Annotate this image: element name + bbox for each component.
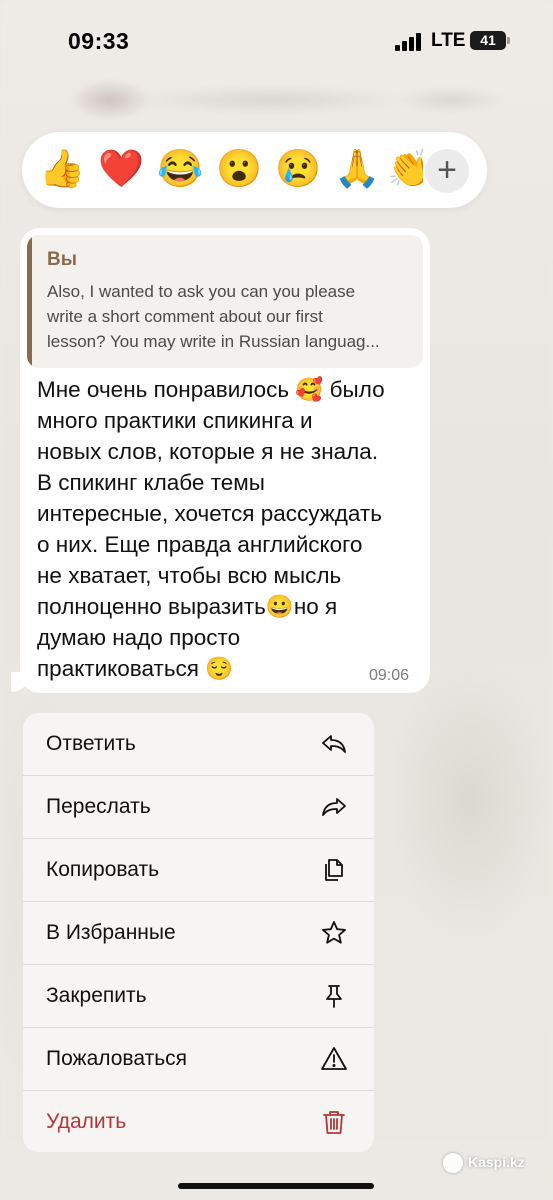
menu-item-label: Переслать xyxy=(46,795,151,818)
reaction-thumbs-up[interactable]: 👍 xyxy=(39,146,85,192)
reaction-surprised[interactable]: 😮 xyxy=(216,146,262,192)
menu-item-label: В Избранные xyxy=(46,921,176,944)
kaspi-logo-icon xyxy=(443,1153,463,1173)
menu-item-label: Копировать xyxy=(46,858,160,881)
reaction-laugh[interactable]: 😂 xyxy=(157,146,203,192)
reply-author: Вы xyxy=(47,249,77,270)
reply-quote[interactable]: Вы Also, I wanted to ask you can you ple… xyxy=(27,235,423,368)
reaction-clap[interactable]: 👏 xyxy=(387,146,423,192)
reaction-crying[interactable]: 😢 xyxy=(275,146,321,192)
reply-quote-bar xyxy=(27,235,32,368)
reaction-pray[interactable]: 🙏 xyxy=(334,146,380,192)
menu-item-copy[interactable]: Копировать xyxy=(23,839,374,902)
copy-icon xyxy=(325,859,343,881)
battery-level: 41 xyxy=(480,32,496,48)
warning-icon xyxy=(321,1047,347,1070)
message-time: 09:06 xyxy=(369,667,410,684)
status-time: 09:33 xyxy=(68,28,130,54)
status-bar: 09:33 LTE 41 xyxy=(0,0,553,80)
menu-item-label: Пожаловаться xyxy=(46,1047,188,1070)
star-icon xyxy=(322,921,346,944)
context-menu: Ответить Переслать Копировать В Избранны… xyxy=(23,713,374,1152)
battery-icon: 41 xyxy=(470,31,510,50)
menu-item-reply[interactable]: Ответить xyxy=(23,713,374,776)
reply-icon xyxy=(322,735,346,753)
network-type: LTE xyxy=(431,30,466,51)
reply-text: Also, I wanted to ask you can you please… xyxy=(47,282,380,351)
menu-item-report[interactable]: Пожаловаться xyxy=(23,1028,374,1091)
menu-item-favorites[interactable]: В Избранные xyxy=(23,902,374,965)
menu-item-label: Удалить xyxy=(46,1110,127,1133)
trash-icon xyxy=(323,1111,345,1134)
reaction-bar: 👍 ❤️ 😂 😮 😢 🙏 👏 + xyxy=(22,132,487,208)
watermark-text: Kaspi.kz xyxy=(468,1154,525,1170)
menu-item-label: Ответить xyxy=(46,732,136,755)
add-reaction-button[interactable]: + xyxy=(425,149,469,193)
home-indicator xyxy=(178,1183,374,1189)
signal-icon xyxy=(395,31,423,51)
menu-item-forward[interactable]: Переслать xyxy=(23,776,374,839)
forward-icon xyxy=(322,798,346,816)
reaction-heart[interactable]: ❤️ xyxy=(98,146,144,192)
pin-icon xyxy=(326,985,342,1008)
menu-item-label: Закрепить xyxy=(46,984,147,1007)
menu-item-pin[interactable]: Закрепить xyxy=(23,965,374,1028)
message-text: Мне очень понравилось 🥰 было много практ… xyxy=(37,377,385,681)
menu-item-delete[interactable]: Удалить xyxy=(23,1091,374,1152)
